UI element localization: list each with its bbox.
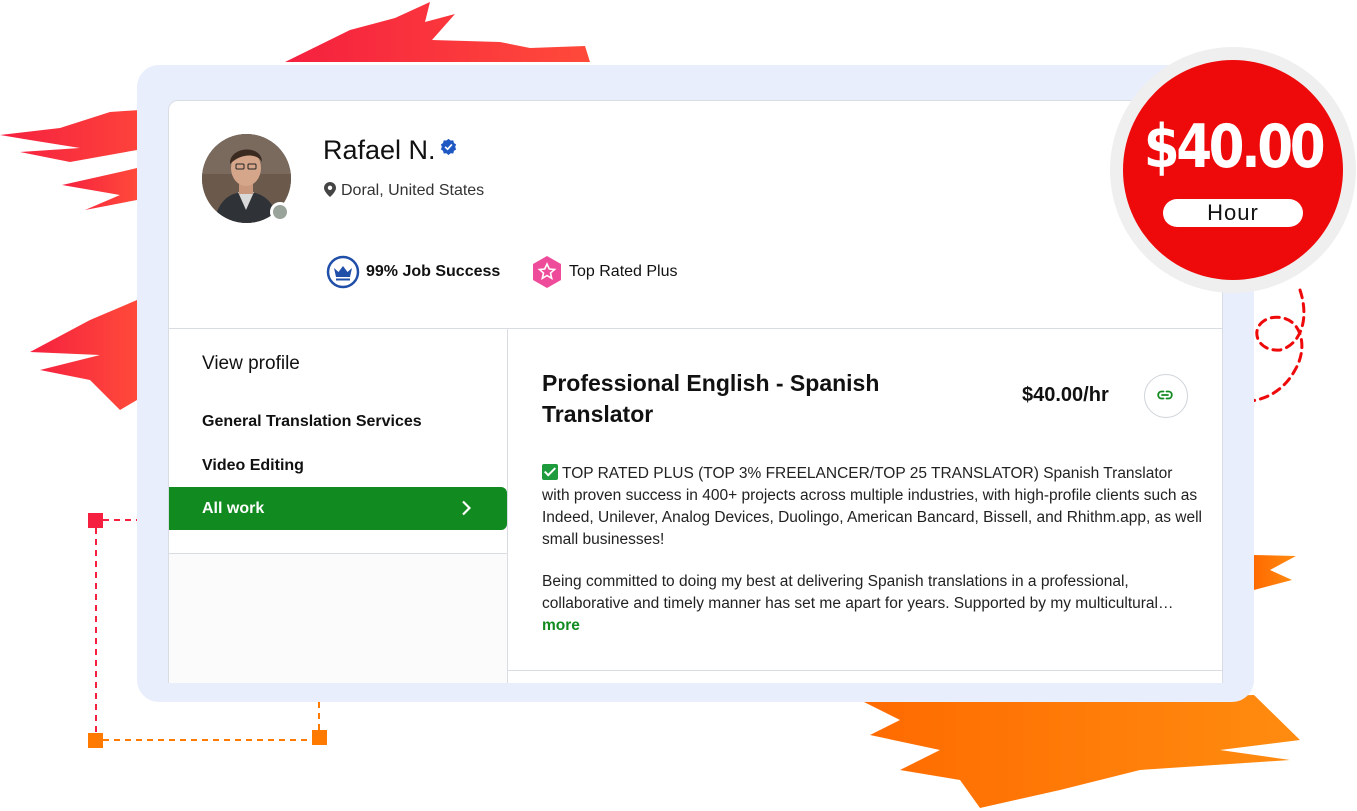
divider bbox=[169, 328, 1222, 329]
more-link[interactable]: more bbox=[542, 617, 580, 635]
link-icon bbox=[1157, 390, 1173, 400]
verified-badge-icon bbox=[440, 138, 456, 155]
profile-location: Doral, United States bbox=[324, 182, 484, 200]
view-profile-heading: View profile bbox=[202, 353, 300, 374]
location-text: Doral, United States bbox=[341, 182, 485, 199]
price-amount: $40.00 bbox=[1143, 112, 1326, 182]
sidebar-lower-area bbox=[169, 554, 507, 683]
divider bbox=[508, 670, 1222, 671]
description-paragraph: TOP RATED PLUS (TOP 3% FREELANCER/TOP 25… bbox=[542, 463, 1202, 551]
chevron-right-icon bbox=[462, 500, 471, 516]
job-success-text: 99% Job Success bbox=[366, 263, 501, 281]
job-success-crown-icon bbox=[326, 255, 360, 289]
copy-link-button[interactable] bbox=[1144, 374, 1188, 418]
job-title: Professional English - Spanish Translato… bbox=[542, 370, 880, 427]
all-work-label: All work bbox=[202, 500, 265, 517]
profile-name: Rafael N. bbox=[323, 135, 457, 166]
description-text-1: TOP RATED PLUS (TOP 3% FREELANCER/TOP 25… bbox=[542, 465, 1202, 548]
sidebar-item-all-work[interactable]: All work bbox=[169, 487, 507, 530]
profile-card: Rafael N. Doral, United States 99% Job S… bbox=[168, 100, 1223, 683]
location-pin-icon bbox=[324, 182, 336, 197]
status-dot bbox=[270, 202, 290, 222]
description-paragraph: Being committed to doing my best at deli… bbox=[542, 573, 1174, 612]
sidebar-item-general-translation[interactable]: General Translation Services bbox=[202, 413, 422, 431]
profile-name-text: Rafael N. bbox=[323, 135, 436, 165]
job-description: TOP RATED PLUS (TOP 3% FREELANCER/TOP 25… bbox=[542, 463, 1202, 615]
top-rated-plus-icon bbox=[533, 256, 561, 288]
hourly-rate: $40.00/hr bbox=[1022, 384, 1109, 406]
price-unit: Hour bbox=[1163, 199, 1303, 227]
top-rated-text: Top Rated Plus bbox=[569, 263, 678, 281]
top-rated-badge[interactable]: Top Rated Plus bbox=[531, 255, 678, 289]
sidebar-item-video-editing[interactable]: Video Editing bbox=[202, 457, 304, 475]
divider bbox=[507, 329, 508, 683]
checkmark-icon bbox=[542, 464, 558, 480]
job-success-badge[interactable]: 99% Job Success bbox=[326, 255, 500, 289]
